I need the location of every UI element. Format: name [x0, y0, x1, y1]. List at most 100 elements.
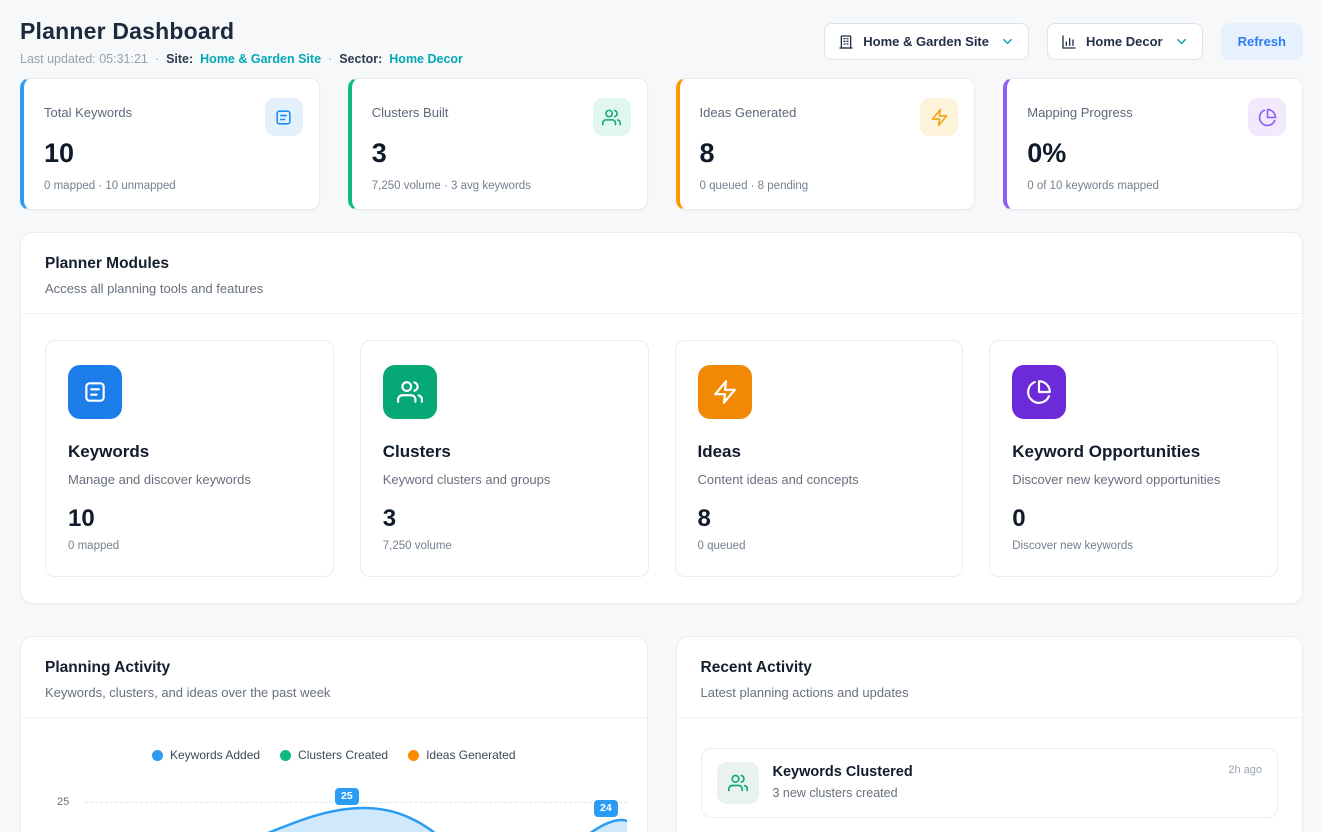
legend-label: Ideas Generated — [426, 748, 515, 762]
stat-card-mapping-progress: Mapping Progress 0% 0 of 10 keywords map… — [1003, 78, 1303, 210]
module-subtext: Discover new keywords — [1012, 540, 1255, 552]
module-card-clusters[interactable]: Clusters Keyword clusters and groups 3 7… — [360, 340, 649, 577]
legend-item-ideas-generated: Ideas Generated — [408, 748, 515, 762]
activity-chart: 25 25 24 — [43, 778, 629, 832]
y-axis-tick: 25 — [57, 796, 69, 808]
module-description: Manage and discover keywords — [68, 472, 311, 487]
panel-title: Recent Activity — [701, 659, 1279, 677]
data-point-label: 25 — [335, 788, 359, 805]
panel-header: Planning Activity Keywords, clusters, an… — [21, 637, 647, 717]
legend-label: Clusters Created — [298, 748, 388, 762]
stat-subtext: 0 queued · 8 pending — [700, 180, 959, 192]
activity-item-keywords-clustered: Keywords Clustered 3 new clusters create… — [701, 748, 1279, 818]
module-value: 10 — [68, 507, 311, 531]
separator: · — [155, 52, 159, 66]
panel-title: Planning Activity — [45, 659, 623, 677]
site-label: Site: — [166, 52, 193, 66]
site-selector-label: Home & Garden Site — [863, 34, 989, 49]
module-value: 3 — [383, 507, 626, 531]
activity-title: Keywords Clustered — [773, 764, 913, 780]
panel-title: Planner Modules — [45, 255, 1278, 273]
stat-label: Mapping Progress — [1027, 105, 1133, 120]
stat-card-total-keywords: Total Keywords 10 0 mapped · 10 unmapped — [20, 78, 320, 210]
module-title: Clusters — [383, 442, 626, 462]
stat-value: 0% — [1027, 140, 1286, 167]
module-title: Keywords — [68, 442, 311, 462]
legend-dot — [408, 750, 419, 761]
refresh-button[interactable]: Refresh — [1221, 23, 1303, 60]
sector-selector[interactable]: Home Decor — [1047, 23, 1203, 60]
chevron-down-icon — [1000, 34, 1015, 49]
legend-item-keywords-added: Keywords Added — [152, 748, 260, 762]
stat-label: Clusters Built — [372, 105, 449, 120]
pie-chart-icon — [1012, 365, 1066, 419]
stat-subtext: 7,250 volume · 3 avg keywords — [372, 180, 631, 192]
panel-subtitle: Keywords, clusters, and ideas over the p… — [45, 685, 623, 700]
module-subtext: 0 mapped — [68, 540, 311, 552]
divider — [21, 717, 647, 718]
site-link[interactable]: Home & Garden Site — [200, 52, 321, 66]
topbar: Planner Dashboard Last updated: 05:31:21… — [20, 10, 1303, 66]
recent-activity-card: Recent Activity Latest planning actions … — [676, 636, 1304, 832]
modules-grid: Keywords Manage and discover keywords 10… — [21, 314, 1302, 603]
activity-timestamp: 2h ago — [1228, 764, 1262, 776]
document-icon — [265, 98, 303, 136]
stat-card-ideas-generated: Ideas Generated 8 0 queued · 8 pending — [676, 78, 976, 210]
chevron-down-icon — [1174, 34, 1189, 49]
stat-label: Total Keywords — [44, 105, 132, 120]
bottom-row: Planning Activity Keywords, clusters, an… — [20, 636, 1303, 832]
module-description: Content ideas and concepts — [698, 472, 941, 487]
meta-line: Last updated: 05:31:21 · Site: Home & Ga… — [20, 52, 463, 66]
users-icon — [593, 98, 631, 136]
divider — [677, 717, 1303, 718]
chart-legend: Keywords Added Clusters Created Ideas Ge… — [21, 748, 647, 762]
legend-label: Keywords Added — [170, 748, 260, 762]
stat-value: 10 — [44, 140, 303, 167]
area-chart — [83, 778, 627, 832]
planner-dashboard-page: Planner Dashboard Last updated: 05:31:21… — [0, 0, 1321, 832]
topbar-left: Planner Dashboard Last updated: 05:31:21… — [20, 10, 463, 66]
sector-selector-label: Home Decor — [1086, 34, 1163, 49]
module-card-keywords[interactable]: Keywords Manage and discover keywords 10… — [45, 340, 334, 577]
module-title: Ideas — [698, 442, 941, 462]
module-title: Keyword Opportunities — [1012, 442, 1255, 462]
pie-chart-icon — [1248, 98, 1286, 136]
data-point-label: 24 — [594, 800, 618, 817]
last-updated-text: Last updated: 05:31:21 — [20, 52, 148, 66]
module-card-ideas[interactable]: Ideas Content ideas and concepts 8 0 que… — [675, 340, 964, 577]
legend-item-clusters-created: Clusters Created — [280, 748, 388, 762]
bar-chart-icon — [1061, 34, 1077, 50]
stat-label: Ideas Generated — [700, 105, 797, 120]
topbar-controls: Home & Garden Site Home Decor Refresh — [824, 23, 1303, 60]
module-subtext: 0 queued — [698, 540, 941, 552]
stat-card-top: Total Keywords — [44, 91, 303, 136]
separator: · — [328, 52, 332, 66]
module-description: Discover new keyword opportunities — [1012, 472, 1255, 487]
stats-row: Total Keywords 10 0 mapped · 10 unmapped… — [20, 78, 1303, 210]
stat-subtext: 0 of 10 keywords mapped — [1027, 180, 1286, 192]
stat-subtext: 0 mapped · 10 unmapped — [44, 180, 303, 192]
panel-subtitle: Access all planning tools and features — [45, 281, 1278, 296]
panel-header: Recent Activity Latest planning actions … — [677, 637, 1303, 717]
stat-card-clusters-built: Clusters Built 3 7,250 volume · 3 avg ke… — [348, 78, 648, 210]
stat-value: 3 — [372, 140, 631, 167]
panel-subtitle: Latest planning actions and updates — [701, 685, 1279, 700]
activity-text: Keywords Clustered 3 new clusters create… — [773, 762, 913, 800]
site-selector[interactable]: Home & Garden Site — [824, 23, 1029, 60]
bolt-icon — [920, 98, 958, 136]
activity-description: 3 new clusters created — [773, 786, 913, 800]
planner-modules-panel: Planner Modules Access all planning tool… — [20, 232, 1303, 604]
stat-card-top: Mapping Progress — [1027, 91, 1286, 136]
module-value: 8 — [698, 507, 941, 531]
sector-link[interactable]: Home Decor — [389, 52, 463, 66]
legend-dot — [152, 750, 163, 761]
panel-header: Planner Modules Access all planning tool… — [21, 233, 1302, 313]
users-icon — [717, 762, 759, 804]
module-card-keyword-opportunities[interactable]: Keyword Opportunities Discover new keywo… — [989, 340, 1278, 577]
building-icon — [838, 34, 854, 50]
document-icon — [68, 365, 122, 419]
legend-dot — [280, 750, 291, 761]
users-icon — [383, 365, 437, 419]
stat-value: 8 — [700, 140, 959, 167]
module-description: Keyword clusters and groups — [383, 472, 626, 487]
